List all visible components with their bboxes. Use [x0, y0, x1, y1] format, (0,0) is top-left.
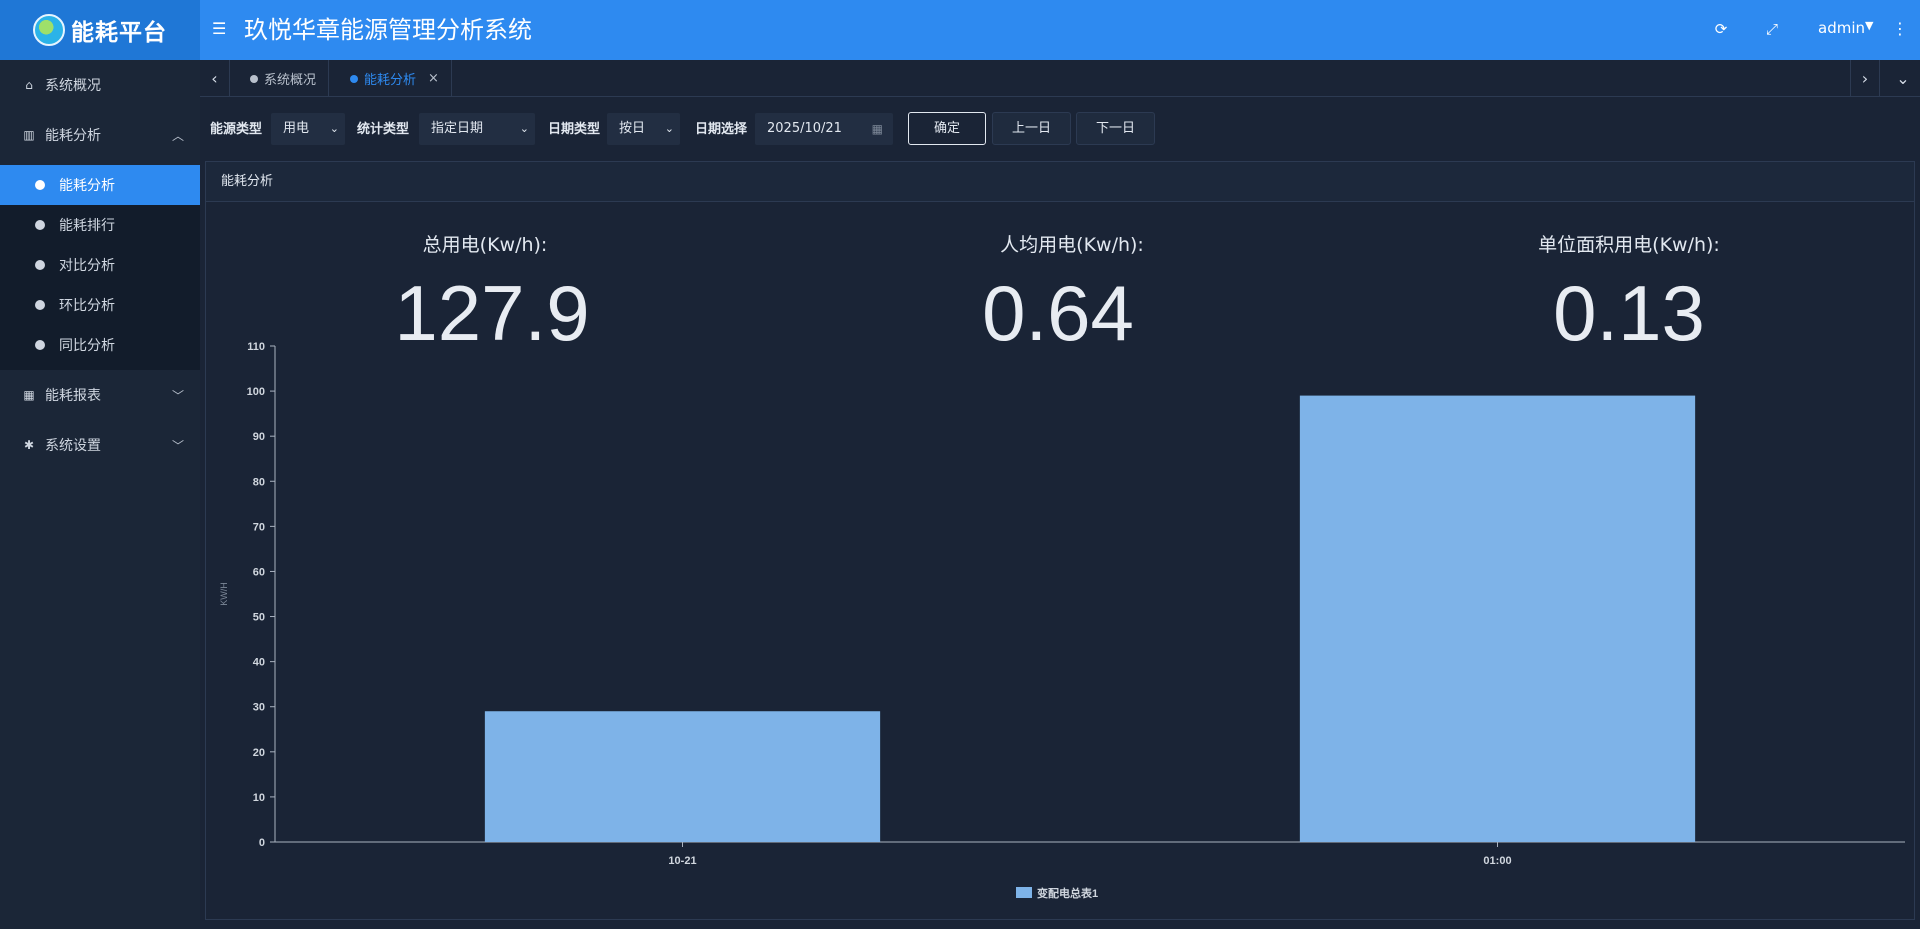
- date-type-value: 按日: [619, 121, 646, 136]
- date-input[interactable]: 2025/10/21 ▦: [755, 113, 893, 145]
- more-vertical-icon[interactable]: ⋮: [1892, 18, 1908, 40]
- submenu-item-yoy[interactable]: 同比分析: [0, 325, 200, 365]
- y-axis-label: KW/H: [219, 582, 229, 606]
- bar-chart-icon: ▥: [23, 128, 35, 142]
- menu-toggle-icon[interactable]: ☰: [212, 20, 230, 38]
- y-tick-label: 20: [253, 747, 265, 759]
- date-type-select[interactable]: 按日 ⌄: [607, 113, 680, 145]
- confirm-button[interactable]: 确定: [908, 112, 986, 145]
- dot-icon: [35, 300, 45, 310]
- chevron-down-icon: ﹀: [171, 439, 184, 453]
- prev-day-button[interactable]: 上一日: [992, 112, 1071, 145]
- y-tick-label: 0: [259, 837, 265, 849]
- logo[interactable]: 能耗平台: [0, 0, 200, 60]
- y-tick-label: 110: [247, 341, 265, 353]
- sidebar: ⌂ 系统概况 ▥ 能耗分析 ︿ 能耗分析 能耗排行 对比分析 环比分析 同比分析…: [0, 60, 200, 929]
- user-menu[interactable]: admin: [1818, 19, 1865, 37]
- submenu-item-label: 环比分析: [59, 298, 115, 314]
- tab-scroll-left-icon[interactable]: ‹: [200, 60, 230, 97]
- tab-scroll-right-icon[interactable]: ›: [1850, 60, 1880, 97]
- date-value: 2025/10/21: [767, 121, 842, 136]
- fullscreen-icon[interactable]: ⤢: [1761, 18, 1783, 40]
- energy-bar-chart: 0 10 20 30 40 50 60 70 80 90 100 110 KW/H 10-21 01:00 变…: [219, 341, 1905, 900]
- submenu-item-label: 对比分析: [59, 258, 115, 274]
- sidebar-item-overview[interactable]: ⌂ 系统概况: [0, 60, 200, 110]
- next-day-button[interactable]: 下一日: [1076, 112, 1155, 145]
- submenu-item-ranking[interactable]: 能耗排行: [0, 205, 200, 245]
- y-tick-label: 90: [253, 431, 265, 443]
- dot-icon: [35, 340, 45, 350]
- y-tick-label: 10: [253, 792, 265, 804]
- sidebar-item-label: 系统设置: [45, 438, 101, 454]
- chevron-down-icon: ⌄: [519, 122, 529, 135]
- table-icon: ▦: [23, 388, 35, 402]
- chevron-up-icon: ︿: [171, 129, 184, 143]
- tab-energy-analysis[interactable]: 能耗分析 ×: [338, 60, 452, 97]
- submenu-item-energy-analysis[interactable]: 能耗分析: [0, 165, 200, 205]
- y-tick-label: 100: [247, 386, 265, 398]
- legend-swatch: [1016, 887, 1032, 898]
- sidebar-item-energy-analysis[interactable]: ▥ 能耗分析 ︿: [0, 110, 200, 160]
- x-tick-label: 01:00: [1483, 855, 1511, 867]
- chevron-down-icon: ﹀: [171, 389, 184, 403]
- stat-type-value: 指定日期: [431, 121, 484, 136]
- y-tick-label: 70: [253, 521, 265, 533]
- energy-type-value: 用电: [283, 121, 310, 136]
- chevron-down-icon: ⌄: [329, 122, 339, 135]
- y-tick-label: 30: [253, 702, 265, 714]
- tab-label: 系统概况: [264, 73, 317, 88]
- panel-title: 能耗分析: [206, 162, 1914, 202]
- per-capita-usage-label: 人均用电(Kw/h):: [1000, 234, 1144, 256]
- top-header: 能耗平台 ☰ 玖悦华章能源管理分析系统 ⟳ ⤢ admin ▼ ⋮: [0, 0, 1920, 60]
- sidebar-item-settings[interactable]: ✱ 系统设置 ﹀: [0, 420, 200, 470]
- submenu-energy-analysis: 能耗分析 能耗排行 对比分析 环比分析 同比分析: [0, 165, 200, 370]
- y-tick-label: 40: [253, 657, 265, 669]
- calendar-icon: ▦: [871, 122, 883, 136]
- submenu-item-label: 能耗分析: [59, 178, 115, 194]
- legend-label: 变配电总表1: [1037, 886, 1098, 900]
- sidebar-item-reports[interactable]: ▦ 能耗报表 ﹀: [0, 370, 200, 420]
- logo-text: 能耗平台: [71, 20, 167, 46]
- submenu-item-label: 同比分析: [59, 338, 115, 354]
- x-tick-label: 10-21: [668, 855, 696, 867]
- bar-10-21: [484, 711, 881, 842]
- date-type-label: 日期类型: [548, 122, 601, 137]
- sidebar-item-label: 能耗分析: [45, 128, 101, 144]
- logo-mark-icon: [33, 14, 65, 46]
- y-tick-label: 80: [253, 476, 265, 488]
- chevron-down-icon: ⌄: [664, 122, 674, 135]
- y-tick-label: 60: [253, 566, 265, 578]
- gear-icon: ✱: [23, 438, 35, 452]
- total-usage-label: 总用电(Kw/h):: [422, 234, 548, 256]
- tab-label: 能耗分析: [364, 73, 417, 88]
- per-area-usage-label: 单位面积用电(Kw/h):: [1538, 234, 1720, 256]
- bar-01:00: [1299, 395, 1696, 842]
- submenu-item-label: 能耗排行: [59, 218, 115, 234]
- y-tick-label: 50: [253, 612, 265, 624]
- dot-icon: [350, 74, 358, 83]
- submenu-item-comparison[interactable]: 对比分析: [0, 245, 200, 285]
- sidebar-item-label: 系统概况: [45, 78, 101, 94]
- refresh-icon[interactable]: ⟳: [1710, 18, 1732, 40]
- user-caret-icon[interactable]: ▼: [1865, 19, 1873, 32]
- filter-toolbar: 能源类型 用电 ⌄ 统计类型 指定日期 ⌄ 日期类型 按日 ⌄ 日期选择 202…: [200, 98, 1920, 160]
- dot-icon: [250, 74, 258, 83]
- app-title: 玖悦华章能源管理分析系统: [244, 16, 532, 44]
- tab-dropdown-icon[interactable]: ⌄: [1888, 60, 1918, 97]
- energy-type-label: 能源类型: [210, 122, 263, 137]
- submenu-item-mom[interactable]: 环比分析: [0, 285, 200, 325]
- energy-type-select[interactable]: 用电 ⌄: [271, 113, 345, 145]
- tab-overview[interactable]: 系统概况: [238, 60, 330, 97]
- close-icon[interactable]: ×: [428, 71, 439, 86]
- dot-icon: [35, 220, 45, 230]
- dot-icon: [35, 180, 45, 190]
- stat-type-label: 统计类型: [357, 122, 410, 137]
- dot-icon: [35, 260, 45, 270]
- date-select-label: 日期选择: [695, 122, 748, 137]
- tab-bar: ‹ 系统概况 能耗分析 × › ⌄: [200, 60, 1920, 97]
- stat-type-select[interactable]: 指定日期 ⌄: [419, 113, 535, 145]
- sidebar-item-label: 能耗报表: [45, 388, 101, 404]
- home-icon: ⌂: [25, 78, 33, 92]
